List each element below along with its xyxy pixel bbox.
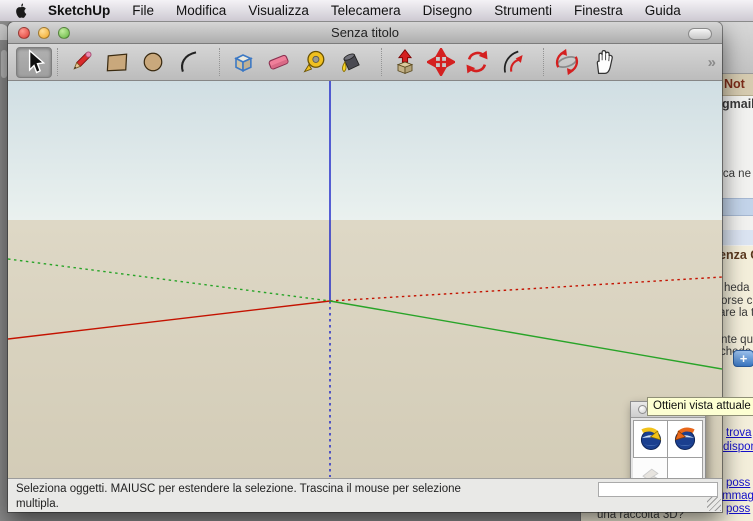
- eraser-icon: [265, 48, 293, 76]
- menu-finestra[interactable]: Finestra: [563, 0, 634, 21]
- toolbar-separator: [219, 48, 220, 76]
- palette-cell-covered[interactable]: [668, 458, 703, 478]
- terrain-icon: [636, 463, 664, 479]
- tool-make-component-button[interactable]: [225, 47, 261, 78]
- link-poss-2[interactable]: poss: [726, 503, 750, 515]
- measurements-input[interactable]: [598, 482, 718, 497]
- red-axis-solid: [8, 301, 330, 339]
- menu-visualizza[interactable]: Visualizza: [237, 0, 320, 21]
- tool-line-button[interactable]: [63, 47, 99, 78]
- toolbar-toggle-pill[interactable]: [688, 28, 712, 40]
- arc-icon: [175, 48, 203, 76]
- tool-paint-bucket-button[interactable]: [333, 47, 369, 78]
- status-message: Seleziona oggetti. MAIUSC per estendere …: [16, 482, 496, 512]
- drawing-viewport[interactable]: [8, 81, 722, 478]
- background-window-edge: [1, 50, 7, 78]
- tool-circle-button[interactable]: [135, 47, 171, 78]
- orbit-icon: [553, 48, 581, 76]
- palette-close-button[interactable]: [638, 405, 647, 414]
- fragment-line: heda: [724, 282, 750, 294]
- fragment-gmail: gmail: [722, 97, 753, 111]
- tool-eraser-button[interactable]: [261, 47, 297, 78]
- fragment-line: orse c: [721, 295, 752, 307]
- tool-rotate-button[interactable]: [459, 47, 495, 78]
- get-current-view-button[interactable]: [633, 420, 668, 458]
- tool-move-button[interactable]: [423, 47, 459, 78]
- hand-icon: [589, 48, 617, 76]
- tool-pan-button[interactable]: [585, 47, 621, 78]
- title-bar[interactable]: Senza titolo: [8, 22, 722, 44]
- window-title: Senza titolo: [8, 25, 722, 40]
- fragment-line: are la t: [719, 307, 753, 319]
- tooltip: Ottieni vista attuale: [647, 397, 753, 416]
- fragment-section-header: enza G: [719, 248, 753, 262]
- tool-orbit-button[interactable]: [549, 47, 585, 78]
- green-axis-solid: [330, 301, 722, 369]
- green-axis-dotted: [8, 259, 330, 301]
- close-button[interactable]: [18, 27, 30, 39]
- tool-push-pull-button[interactable]: [387, 47, 423, 78]
- menu-telecamera[interactable]: Telecamera: [320, 0, 412, 21]
- paint-bucket-icon: [337, 48, 365, 76]
- menu-guida[interactable]: Guida: [634, 0, 692, 21]
- link-trova[interactable]: trova: [726, 427, 752, 439]
- tool-select-button[interactable]: [16, 47, 52, 78]
- tool-offset-button[interactable]: [495, 47, 531, 78]
- link-mmag[interactable]: mmag: [722, 490, 753, 502]
- add-button[interactable]: +: [733, 350, 753, 367]
- tool-arc-button[interactable]: [171, 47, 207, 78]
- offset-icon: [499, 48, 527, 76]
- globe-yellow-arrow-icon: [637, 425, 665, 453]
- fragment-search: rca ne: [719, 168, 751, 180]
- menu-file[interactable]: File: [121, 0, 165, 21]
- menu-bar: SketchUp File Modifica Visualizza Teleca…: [0, 0, 753, 22]
- toolbar-separator: [57, 48, 58, 76]
- blue-box-icon: [229, 48, 257, 76]
- red-axis-dotted: [330, 277, 722, 301]
- pencil-icon: [67, 48, 95, 76]
- move-arrows-icon: [427, 48, 455, 76]
- tool-tape-measure-button[interactable]: [297, 47, 333, 78]
- tool-rectangle-button[interactable]: [99, 47, 135, 78]
- toggle-terrain-button[interactable]: [633, 458, 668, 478]
- menu-strumenti[interactable]: Strumenti: [483, 0, 563, 21]
- link-poss-1[interactable]: poss: [726, 477, 750, 489]
- minimize-button[interactable]: [38, 27, 50, 39]
- toolbar-separator: [543, 48, 544, 76]
- rectangle-icon: [103, 48, 131, 76]
- zoom-button[interactable]: [58, 27, 70, 39]
- push-pull-icon: [391, 48, 419, 76]
- menu-sketchup[interactable]: SketchUp: [37, 0, 121, 21]
- cursor-arrow-icon: [20, 48, 48, 76]
- apple-logo-icon[interactable]: [14, 3, 28, 19]
- sketchup-window: Senza titolo: [8, 22, 722, 512]
- link-dispon[interactable]: dispon: [723, 441, 753, 453]
- circle-icon: [139, 48, 167, 76]
- axes-overlay: [8, 81, 722, 478]
- toolbar-separator: [381, 48, 382, 76]
- tape-measure-icon: [301, 48, 329, 76]
- share-view-button[interactable]: [668, 420, 703, 458]
- rotate-icon: [463, 48, 491, 76]
- fragment-note-header: Not: [724, 77, 745, 91]
- resize-grip-icon[interactable]: [707, 497, 721, 511]
- toolbar: »: [8, 44, 722, 81]
- globe-orange-arrow-icon: [671, 425, 699, 453]
- status-bar: Seleziona oggetti. MAIUSC per estendere …: [8, 478, 722, 512]
- toolbar-overflow-chevron[interactable]: »: [708, 54, 714, 71]
- menu-modifica[interactable]: Modifica: [165, 0, 237, 21]
- menu-disegno[interactable]: Disegno: [412, 0, 484, 21]
- fragment-line: nte qu: [721, 334, 753, 346]
